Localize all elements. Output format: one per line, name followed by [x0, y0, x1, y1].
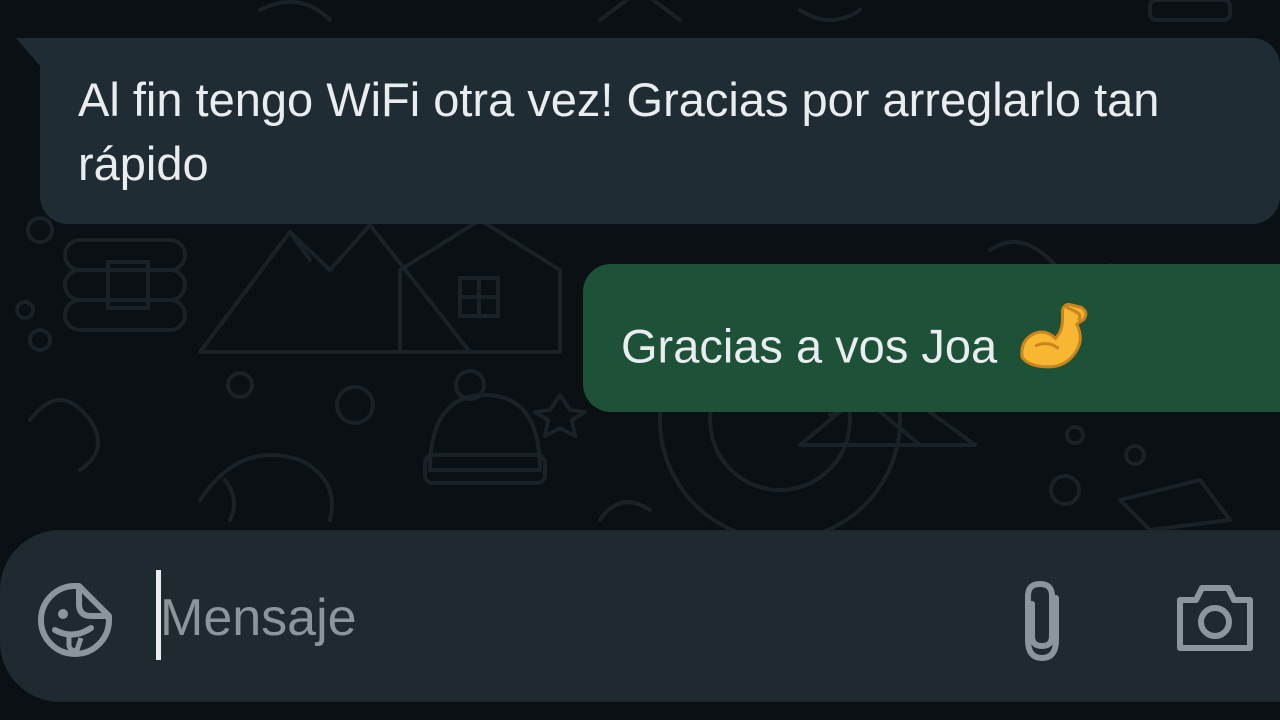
paperclip-icon: [1025, 580, 1059, 662]
camera-icon: [1177, 585, 1253, 651]
incoming-message-bubble[interactable]: Al fin tengo WiFi otra vez! Gracias por …: [40, 38, 1280, 224]
flexed-biceps-emoji-icon: [1015, 298, 1091, 390]
camera-button[interactable]: [1174, 582, 1256, 654]
incoming-message-text: Al fin tengo WiFi otra vez! Gracias por …: [78, 73, 1160, 190]
outgoing-message-bubble[interactable]: Gracias a vos Joa: [583, 264, 1280, 412]
sticker-button[interactable]: [35, 580, 115, 660]
message-input[interactable]: [160, 578, 960, 658]
chat-screen: Al fin tengo WiFi otra vez! Gracias por …: [0, 0, 1280, 720]
incoming-bubble-tail: [16, 38, 42, 68]
outgoing-message-text: Gracias a vos Joa: [621, 319, 998, 373]
message-composer: [0, 530, 1280, 702]
sticker-icon: [38, 583, 112, 657]
attach-button[interactable]: [1010, 578, 1074, 666]
